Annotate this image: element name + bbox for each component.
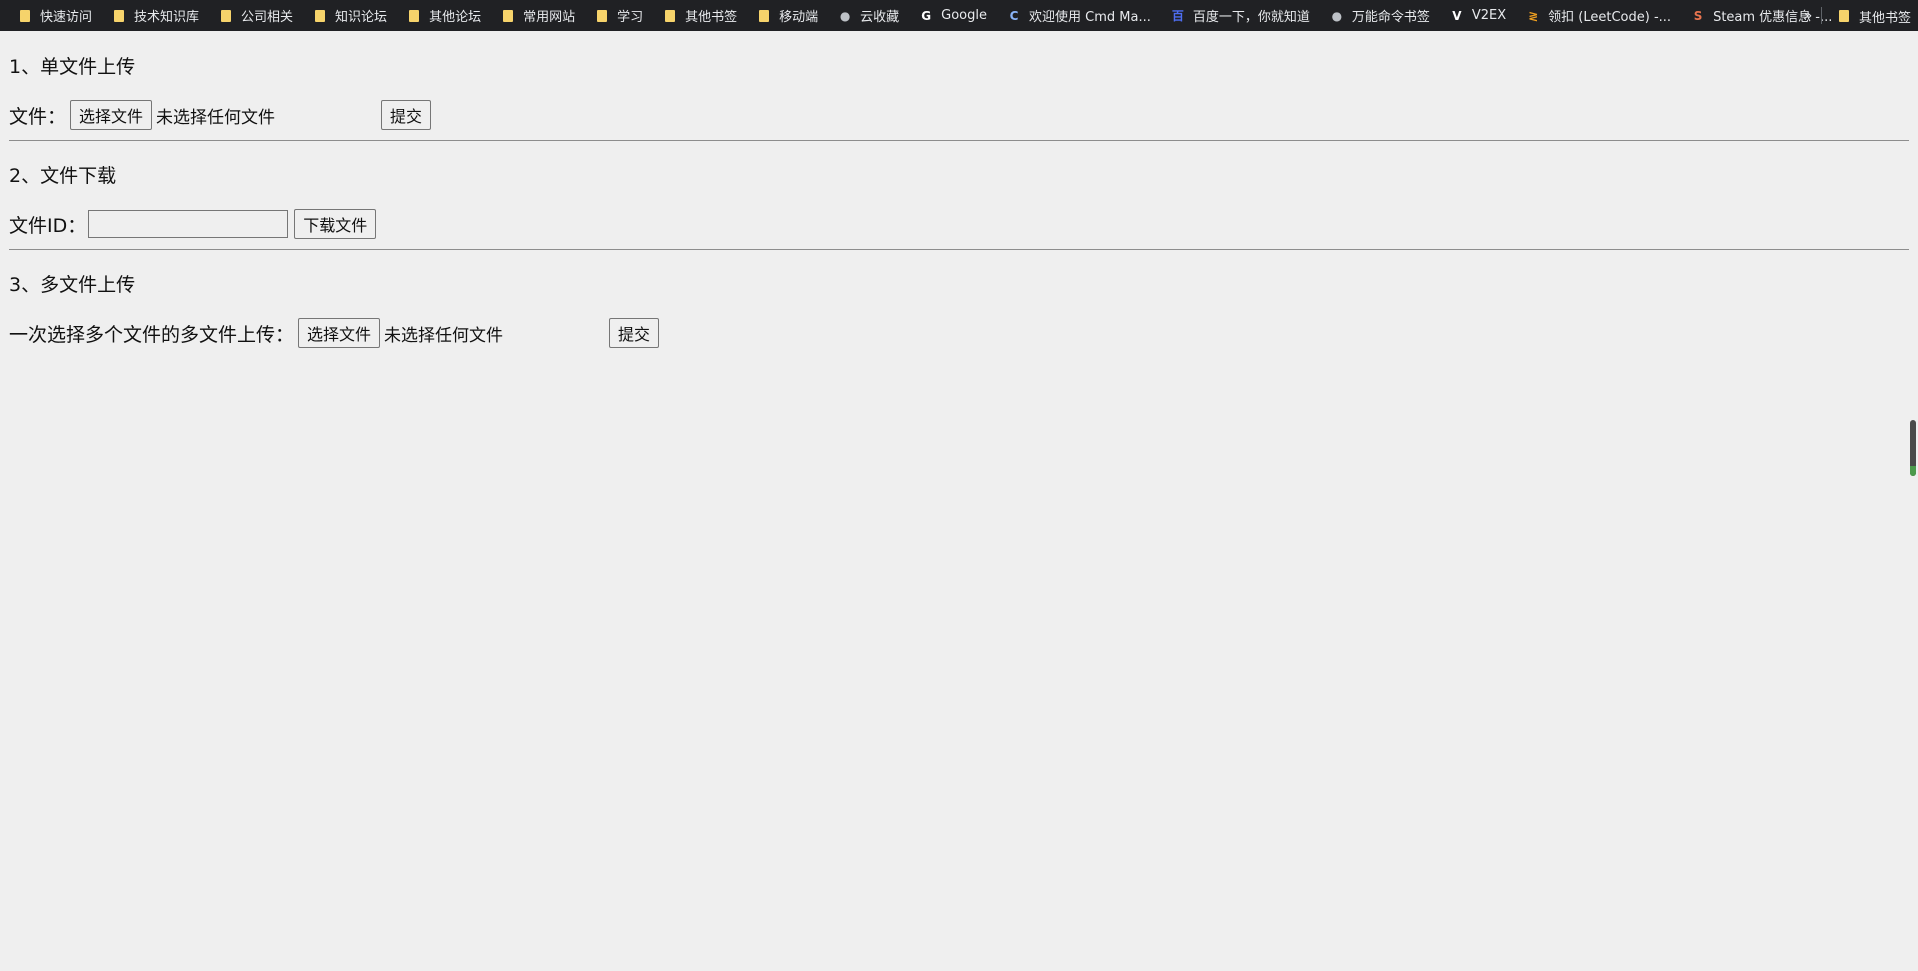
single-upload-title: 1、单文件上传 <box>9 56 136 78</box>
folder-icon <box>663 9 677 23</box>
bookmark-item[interactable]: ● 云收藏 <box>832 4 905 28</box>
bookmark-label: 公司相关 <box>241 10 294 25</box>
bookmark-label: 移动端 <box>779 10 819 25</box>
bookmark-item[interactable]: 学习 <box>589 4 649 28</box>
folder-icon <box>407 9 421 23</box>
no-file-chosen-text: 未选择任何文件 <box>384 325 504 346</box>
bookmarks-bar: 快速访问 技术知识库 公司相关 知识论坛 其他论坛 常用网站 学习 其他书签 移动端 ● 云收藏 G G… <box>0 0 1918 31</box>
multi-upload-title: 3、多文件上传 <box>9 274 136 296</box>
bookmark-item[interactable]: 移动端 <box>751 4 824 28</box>
bookmark-label: 快速访问 <box>40 10 93 25</box>
cmd-markdown-icon: C <box>1009 8 1019 23</box>
bookmark-label: 常用网站 <box>523 10 576 25</box>
download-file-button[interactable]: 下载文件 <box>294 209 377 239</box>
leetcode-icon: ≷ <box>1528 8 1539 23</box>
bookmark-item[interactable]: C 欢迎使用 Cmd Ma... <box>1001 4 1157 28</box>
folder-icon <box>18 9 32 23</box>
globe-icon: ● <box>839 8 851 23</box>
bookmark-label: 万能命令书签 <box>1351 10 1430 25</box>
bookmark-label: 其他书签 <box>685 10 738 25</box>
bookmark-item[interactable]: V V2EX <box>1444 4 1512 28</box>
folder-icon <box>219 9 233 23</box>
bookmark-other-bookmarks[interactable]: 其他书签 <box>1831 4 1917 28</box>
folder-icon <box>112 9 126 23</box>
bookmark-item[interactable]: 知识论坛 <box>307 4 393 28</box>
bookmark-label: 技术知识库 <box>134 10 200 25</box>
bookmark-label: 其他书签 <box>1859 10 1912 26</box>
choose-file-button[interactable]: 选择文件 <box>70 100 153 130</box>
globe-icon: ● <box>1331 8 1343 23</box>
multi-upload-form: 一次选择多个文件的多文件上传： 选择文件 未选择任何文件 提交 <box>9 318 660 348</box>
v2ex-icon: V <box>1452 8 1462 23</box>
download-title: 2、文件下载 <box>9 165 117 187</box>
bookmark-label: 学习 <box>617 10 644 25</box>
section-divider <box>9 140 1909 141</box>
bookmark-label: 百度一下，你就知道 <box>1192 10 1310 25</box>
bookmark-item[interactable]: 其他论坛 <box>401 4 487 28</box>
no-file-chosen-text: 未选择任何文件 <box>156 107 276 128</box>
folder-icon <box>1837 9 1851 23</box>
multi-file-label: 一次选择多个文件的多文件上传： <box>9 323 295 346</box>
file-id-label: 文件ID： <box>9 214 87 237</box>
bookmark-item[interactable]: 快速访问 <box>12 4 98 28</box>
bookmarks-more-button[interactable]: » <box>1800 4 1816 28</box>
scrollbar-accent <box>1910 466 1916 476</box>
bookmark-item[interactable]: 公司相关 <box>213 4 299 28</box>
section-divider <box>9 249 1909 250</box>
submit-button[interactable]: 提交 <box>381 100 432 130</box>
bookmark-label: 云收藏 <box>860 10 900 25</box>
steam-icon: S <box>1693 8 1703 23</box>
choose-files-button[interactable]: 选择文件 <box>298 318 381 348</box>
bookmark-item[interactable]: 常用网站 <box>495 4 581 28</box>
bookmarks-list: 快速访问 技术知识库 公司相关 知识论坛 其他论坛 常用网站 学习 其他书签 移动端 ● 云收藏 G G… <box>12 4 1846 28</box>
bookmarks-separator <box>1821 7 1822 24</box>
folder-icon <box>313 9 327 23</box>
baidu-icon: 百 <box>1171 8 1184 23</box>
bookmark-item[interactable]: 其他书签 <box>657 4 743 28</box>
download-form: 文件ID： 下载文件 <box>9 209 377 239</box>
single-upload-form: 文件： 选择文件 未选择任何文件 提交 <box>9 100 432 130</box>
bookmark-item[interactable]: 百百度一下，你就知道 <box>1165 4 1316 28</box>
folder-icon <box>501 9 515 23</box>
bookmark-label: Google <box>941 8 987 23</box>
bookmark-label: V2EX <box>1471 8 1507 23</box>
bookmark-item[interactable]: 技术知识库 <box>106 4 205 28</box>
bookmark-label: 其他论坛 <box>429 10 482 25</box>
bookmark-item[interactable]: ● 万能命令书签 <box>1324 4 1436 28</box>
bookmark-item[interactable]: G Google <box>913 4 993 28</box>
bookmark-label: 知识论坛 <box>335 10 388 25</box>
file-id-input[interactable] <box>88 210 289 238</box>
submit-button[interactable]: 提交 <box>609 318 660 348</box>
folder-icon <box>595 9 609 23</box>
bookmark-item[interactable]: ≷ 领扣 (LeetCode) -... <box>1520 4 1677 28</box>
bookmark-label: 欢迎使用 Cmd Ma... <box>1029 10 1151 25</box>
bookmark-label: 领扣 (LeetCode) -... <box>1548 10 1672 25</box>
folder-icon <box>757 9 771 23</box>
google-icon: G <box>921 8 932 23</box>
file-label: 文件： <box>9 105 67 128</box>
